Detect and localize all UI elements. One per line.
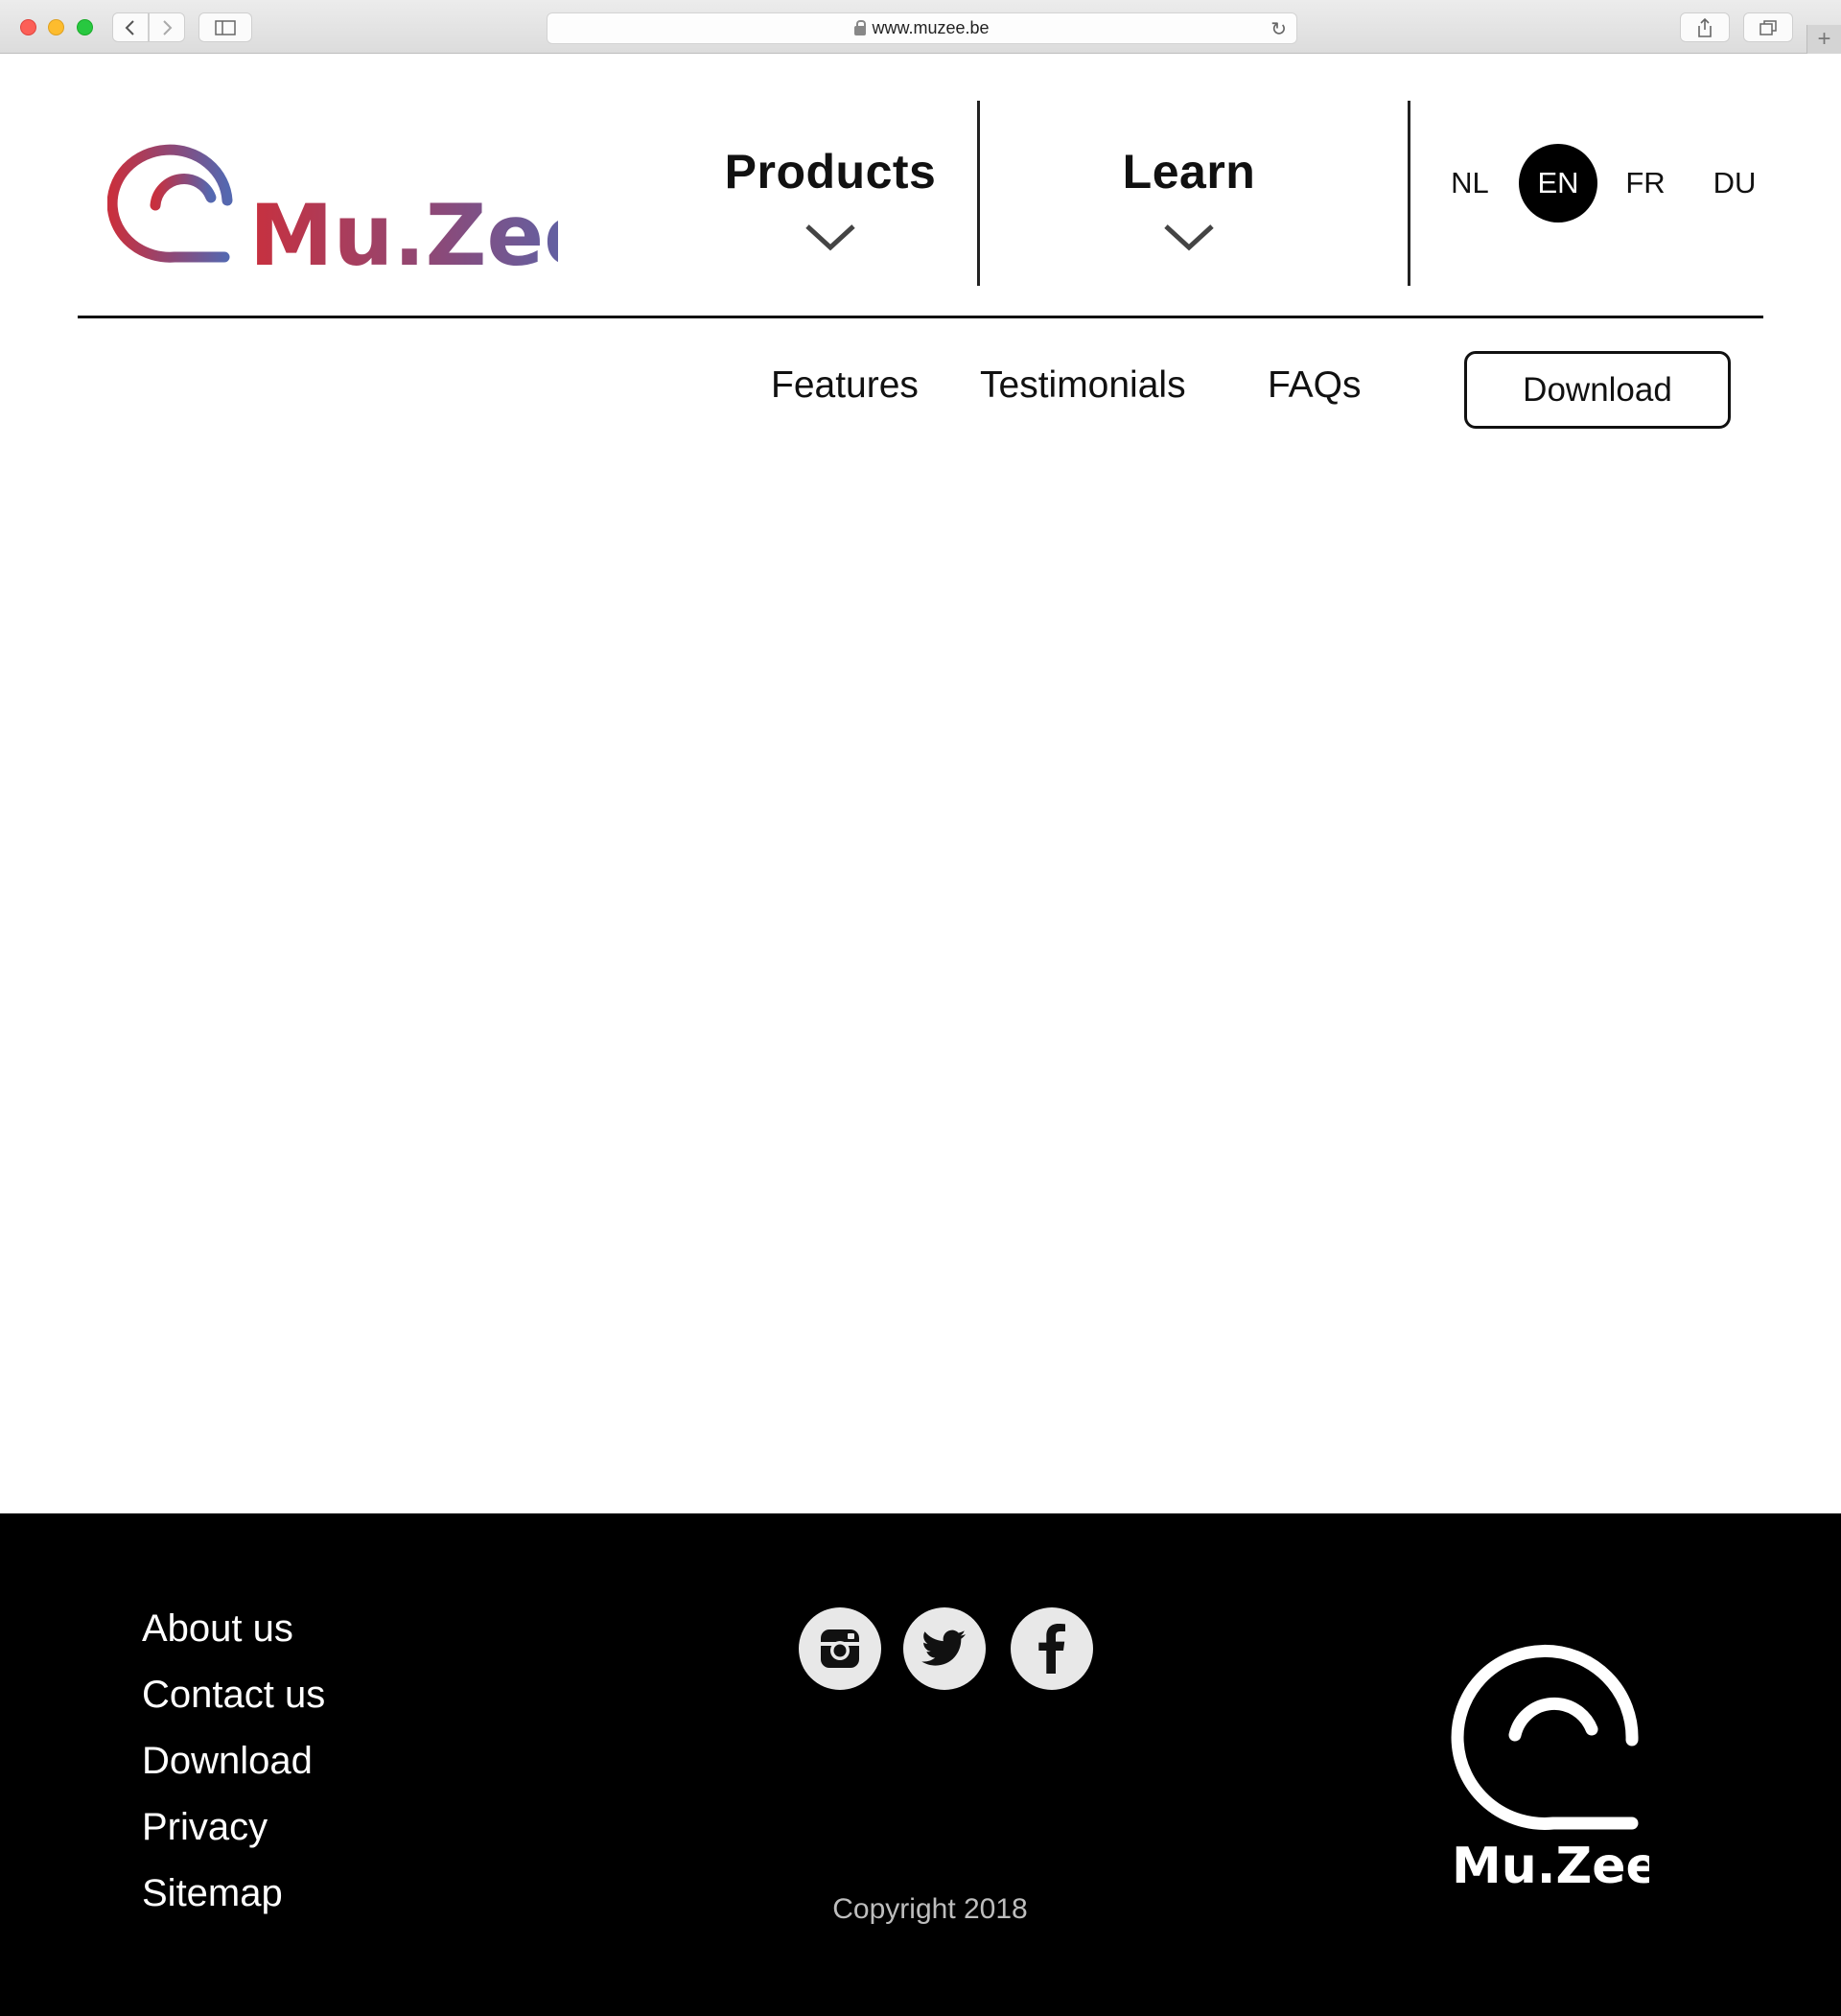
twitter-icon: [921, 1629, 966, 1666]
subnav-features[interactable]: Features: [771, 364, 919, 407]
header-divider: [78, 316, 1763, 318]
copyright-text: Copyright 2018: [832, 1893, 1028, 1925]
subnav-faqs[interactable]: FAQs: [1268, 364, 1362, 407]
twitter-button[interactable]: [903, 1607, 986, 1690]
share-button[interactable]: [1680, 12, 1730, 42]
sidebar-toggle-button[interactable]: [198, 12, 252, 42]
footer-links: About us Contact us Download Privacy Sit…: [142, 1605, 325, 1935]
logo-mark-icon: Mu.Zee: [106, 144, 601, 285]
svg-text:Mu.Zee: Mu.Zee: [1452, 1838, 1649, 1892]
sidebar-icon: [215, 19, 236, 35]
instagram-icon: [821, 1629, 859, 1668]
nav-divider: [977, 101, 980, 286]
nav-products[interactable]: Products: [715, 144, 945, 253]
footer-logo[interactable]: Mu.Zee: [1448, 1643, 1660, 1895]
minimize-window-button[interactable]: [48, 19, 64, 35]
chevron-right-icon: [163, 19, 173, 35]
nav-learn[interactable]: Learn: [1074, 144, 1304, 253]
reload-icon[interactable]: ↻: [1270, 17, 1287, 41]
forward-button[interactable]: [149, 12, 185, 42]
chevron-down-icon: [805, 224, 855, 251]
zoom-window-button[interactable]: [77, 19, 93, 35]
nav-products-label: Products: [724, 145, 937, 199]
tabs-icon: [1759, 19, 1777, 35]
brand-logo[interactable]: Mu.Zee: [106, 140, 601, 285]
back-button[interactable]: [112, 12, 149, 42]
browser-toolbar: www.muzee.be ↻ +: [0, 0, 1841, 54]
lang-fr[interactable]: FR: [1606, 144, 1685, 223]
instagram-button[interactable]: [799, 1607, 881, 1690]
logo-mark-icon: Mu.Zee: [1451, 1645, 1660, 1895]
lock-icon: [854, 19, 867, 35]
footer: About us Contact us Download Privacy Sit…: [0, 1513, 1841, 2016]
new-tab-button[interactable]: +: [1806, 25, 1841, 54]
footer-link-contact[interactable]: Contact us: [142, 1671, 325, 1737]
chevron-left-icon: [125, 19, 134, 35]
facebook-button[interactable]: [1011, 1607, 1093, 1690]
nav-learn-label: Learn: [1122, 145, 1256, 199]
lang-en[interactable]: EN: [1519, 144, 1597, 223]
lang-nl[interactable]: NL: [1431, 144, 1509, 223]
footer-link-about[interactable]: About us: [142, 1605, 325, 1671]
subnav-testimonials[interactable]: Testimonials: [980, 364, 1186, 407]
chevron-down-icon: [1164, 224, 1214, 251]
download-button[interactable]: Download: [1464, 351, 1731, 429]
footer-link-privacy[interactable]: Privacy: [142, 1803, 325, 1869]
show-tabs-button[interactable]: [1743, 12, 1793, 42]
footer-link-download[interactable]: Download: [142, 1737, 325, 1803]
facebook-icon: [1038, 1624, 1065, 1674]
nav-divider: [1408, 101, 1410, 286]
share-icon: [1698, 17, 1712, 37]
svg-text:Mu.Zee: Mu.Zee: [249, 186, 558, 270]
address-url: www.muzee.be: [872, 18, 990, 37]
close-window-button[interactable]: [20, 19, 36, 35]
address-bar[interactable]: www.muzee.be ↻: [547, 12, 1297, 44]
lang-du[interactable]: DU: [1695, 144, 1774, 223]
footer-link-sitemap[interactable]: Sitemap: [142, 1869, 325, 1935]
